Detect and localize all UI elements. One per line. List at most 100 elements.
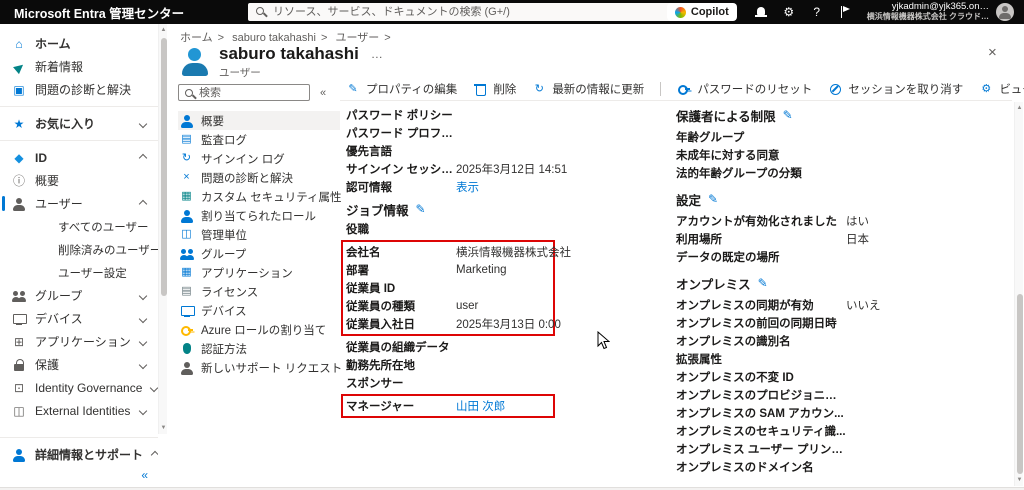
nav-item[interactable]: ◆ ID [0,146,158,169]
sign-in-logs-icon: ↻ [180,152,193,165]
account-avatar[interactable] [996,3,1014,21]
spacer [0,422,158,432]
breadcrumb-separator: > [384,32,390,44]
nav-item[interactable]: ◫ External Identities [0,399,158,422]
edit-pencil-icon[interactable]: ✎ [758,276,768,290]
nav-item[interactable]: ▶ 新着情報 [0,55,158,78]
field-value[interactable]: 山田 次郎 [456,398,505,414]
feedback-icon[interactable] [838,5,852,19]
menu-item[interactable]: ▤ 監査ログ [178,130,340,149]
breadcrumb-item[interactable]: ホーム> [180,32,229,44]
field-row: 法的年齢グループの分類 [676,164,1012,182]
toolbar-button[interactable]: ✎ プロパティの編集 [346,81,457,97]
menu-item[interactable]: ↻ サインイン ログ [178,149,340,168]
toolbar-button[interactable]: セッションを取り消す [828,81,963,97]
scrollbar-thumb[interactable] [161,38,167,296]
scroll-down-icon[interactable]: ▼ [159,424,168,432]
nav-item[interactable]: ▣ 問題の診断と解決 [0,78,158,101]
menu-item[interactable]: ▦ カスタム セキュリティ属性 [178,187,340,206]
toolbar-button[interactable]: ⚙ ビューの管理 [979,81,1024,97]
menu-collapse-button[interactable]: « [320,87,326,99]
menu-item[interactable]: × 問題の診断と解決 [178,168,340,187]
menu-item[interactable]: ▦ アプリケーション [178,263,340,282]
nav-item[interactable]: 保護 [0,353,158,376]
nav-item[interactable]: ⊡ Identity Governance [0,376,158,399]
menu-item[interactable]: ◫ 管理単位 [178,225,340,244]
settings-gear-icon[interactable]: ⚙ [775,5,803,19]
nav-item[interactable]: ユーザー [0,192,158,215]
field-value: 2025年3月13日 0:00 [456,316,561,332]
menu-item[interactable]: ▤ ライセンス [178,282,340,301]
edit-pencil-icon[interactable]: ✎ [708,192,718,206]
section-title: オンプレミス [676,274,751,293]
menu-item[interactable]: グループ [178,244,340,263]
nav-item[interactable]: 詳細情報とサポート [0,443,158,466]
menu-item[interactable]: 概要 [178,111,340,130]
scroll-up-icon[interactable]: ▲ [159,26,168,34]
account-info[interactable]: yjkadmin@yjk365.on… 横浜情報機器株式会社 クラウド… [867,2,989,22]
toolbar-button[interactable]: 削除 [473,81,516,97]
nav-item-label: お気に入り [35,115,95,132]
applications-icon: ⊞ [12,335,26,349]
menu-item[interactable]: 認証方法 [178,339,340,358]
nav-item[interactable]: ⌂ ホーム [0,32,158,55]
field-row: サインイン セッションの有効期... 2025年3月12日 14:51 [346,160,596,178]
scroll-up-icon[interactable]: ▲ [1015,104,1024,112]
field-label: 未成年に対する同意 [676,147,846,163]
scroll-down-icon[interactable]: ▼ [1015,476,1024,484]
field-row: 利用場所 日本 [676,230,1012,248]
field-value: 横浜情報機器株式会社 [456,244,571,260]
menu-item[interactable]: 新しいサポート リクエスト [178,358,340,377]
menu-item[interactable]: Azure ロールの割り当て [178,320,340,339]
home-icon: ⌂ [12,37,26,51]
field-row: 従業員 ID [346,279,553,297]
scrollbar-thumb[interactable] [1017,294,1023,474]
chevron-icon [139,119,147,127]
user-overview-icon [180,114,193,127]
copilot-button[interactable]: Copilot [667,3,737,21]
edit-pencil-icon[interactable]: ✎ [416,202,426,216]
nav-item[interactable]: すべてのユーザー [0,215,158,238]
app-title[interactable]: Microsoft Entra 管理センター [14,3,184,22]
menu-item-label: 管理単位 [201,227,247,243]
breadcrumb-separator: > [321,32,327,44]
section-header-job-info: ジョブ情報 ✎ [346,200,596,218]
menu-search-box[interactable] [178,84,310,101]
menu-item[interactable]: デバイス [178,301,340,320]
field-label: 利用場所 [676,231,846,247]
field-value: user [456,300,478,312]
sidebar-collapse-button[interactable]: « [0,466,158,486]
toolbar-button[interactable]: ↻ 最新の情報に更新 [532,81,644,97]
nav-item[interactable]: ★ お気に入り [0,112,158,135]
field-value[interactable]: 表示 [456,179,479,195]
global-search-box[interactable] [248,3,730,21]
breadcrumb-item[interactable]: saburo takahashi> [232,32,332,44]
close-button[interactable]: × [988,46,997,60]
field-label: オンプレミスの SAM アカウン... [676,405,846,421]
help-icon[interactable]: ? [803,5,831,19]
nav-item[interactable]: ⓘ 概要 [0,169,158,192]
nav-item[interactable]: デバイス [0,307,158,330]
nav-item-label: 新着情報 [35,58,83,75]
sidebar-scrollbar[interactable]: ▲ ▼ [158,24,167,434]
more-options-button[interactable]: … [371,47,384,61]
nav-item[interactable]: ⊞ アプリケーション [0,330,158,353]
command-bar: ✎ プロパティの編集 削除 ↻ 最新の情報に更新 パスワードのリセット セッショ… [346,80,1024,98]
edit-pencil-icon[interactable]: ✎ [783,108,793,122]
breadcrumb-item[interactable]: ユーザー> [335,32,395,44]
field-label: オンプレミスのセキュリティ識... [676,423,846,439]
notifications-bell-icon[interactable] [754,5,768,19]
content-scrollbar[interactable]: ▲ ▼ [1014,102,1023,486]
nav-item[interactable]: ユーザー設定 [0,261,158,284]
toolbar-button-label: 削除 [493,81,516,97]
menu-item[interactable]: 割り当てられたロール [178,206,340,225]
diagnose-icon: ▣ [12,83,26,97]
global-search-input[interactable] [273,6,693,18]
menu-search-input[interactable] [199,87,299,99]
field-row: オンプレミスのドメイン名 [676,458,1012,476]
nav-item[interactable]: グループ [0,284,158,307]
toolbar-separator [660,82,661,96]
menu-item-label: グループ [201,246,246,262]
nav-item[interactable]: 削除済みのユーザー [0,238,158,261]
toolbar-button[interactable]: パスワードのリセット [677,81,812,97]
